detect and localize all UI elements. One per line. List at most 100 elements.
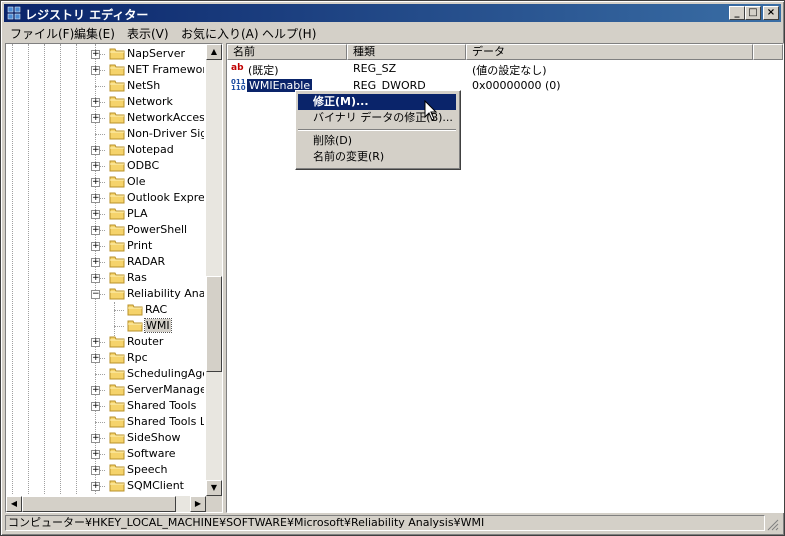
resize-grip-icon[interactable] (767, 519, 779, 531)
tree-item[interactable]: + Print (6, 238, 204, 254)
tree-item[interactable]: Shared Tools Location (6, 414, 204, 430)
expand-toggle-icon[interactable]: + (91, 450, 100, 459)
tree-item[interactable]: + NetworkAccessProtection (6, 110, 204, 126)
expand-toggle-icon[interactable]: + (91, 274, 100, 283)
expand-toggle-icon[interactable]: + (91, 162, 100, 171)
tree-item[interactable]: Non-Driver Signing (6, 126, 204, 142)
title-bar[interactable]: レジストリ エディター _ □ × (4, 4, 781, 22)
tree-item[interactable]: + Speech (6, 462, 204, 478)
tree-item-label: RADAR (127, 255, 166, 268)
column-header-name[interactable]: 名前 (227, 44, 347, 60)
expand-toggle-icon[interactable]: + (91, 114, 100, 123)
expand-toggle-icon[interactable]: + (91, 338, 100, 347)
tree-item[interactable]: RAC (6, 302, 204, 318)
tree-item[interactable]: − Reliability Analysis (6, 286, 204, 302)
key-tree-pane[interactable]: + NapServer + NET Framework NetSh + Network + Ne… (5, 43, 223, 513)
expand-toggle-icon[interactable]: + (91, 50, 100, 59)
tree-item[interactable]: + Software (6, 446, 204, 462)
tree-item-label: Outlook Express (127, 191, 204, 204)
folder-icon (109, 111, 125, 124)
tree-vscroll-thumb[interactable] (206, 276, 222, 372)
expand-toggle-icon[interactable]: + (91, 210, 100, 219)
list-item[interactable]: ab (既定) REG_SZ (値の設定なし) (227, 61, 783, 78)
tree-item[interactable]: + ODBC (6, 158, 204, 174)
tree-item-label: ODBC (127, 159, 160, 172)
menu-edit[interactable]: 編集(E) (74, 25, 115, 42)
column-header-type[interactable]: 種類 (347, 44, 466, 60)
tree-item[interactable]: + Router (6, 334, 204, 350)
expand-toggle-icon[interactable]: + (91, 434, 100, 443)
tree-item[interactable]: WMI (6, 318, 204, 334)
expand-toggle-icon[interactable]: + (91, 386, 100, 395)
tree-hscroll-thumb[interactable] (22, 496, 176, 512)
tree-vertical-scrollbar[interactable]: ▲ ▼ (206, 44, 222, 496)
tree-item[interactable]: + Outlook Express (6, 190, 204, 206)
tree-item[interactable]: NetSh (6, 78, 204, 94)
folder-icon (109, 255, 125, 268)
scroll-right-arrow-icon[interactable]: ▶ (190, 496, 206, 512)
key-tree: + NapServer + NET Framework NetSh + Network + Ne… (6, 44, 204, 494)
tree-item[interactable]: + NET Framework (6, 62, 204, 78)
tree-item[interactable]: + NapServer (6, 46, 204, 62)
maximize-button[interactable]: □ (745, 6, 761, 20)
tree-item-label: NET Framework (127, 63, 204, 76)
expand-toggle-icon[interactable]: + (91, 482, 100, 491)
scroll-down-arrow-icon[interactable]: ▼ (206, 480, 222, 496)
menu-view[interactable]: 表示(V) (127, 25, 169, 42)
tree-item-label: SideShow (127, 431, 181, 444)
folder-icon (109, 463, 125, 476)
regedit-app-icon (7, 6, 21, 20)
tree-item-label: PowerShell (127, 223, 188, 236)
expand-toggle-icon[interactable]: + (91, 242, 100, 251)
expand-toggle-icon[interactable]: + (91, 194, 100, 203)
folder-icon (109, 351, 125, 364)
tree-item[interactable]: SchedulingAgent (6, 366, 204, 382)
expand-toggle-icon[interactable]: + (91, 226, 100, 235)
column-header-data[interactable]: データ (466, 44, 753, 60)
expand-toggle-icon[interactable]: + (91, 402, 100, 411)
tree-item-label: Ras (127, 271, 147, 284)
value-data: 0x00000000 (0) (472, 79, 561, 92)
tree-item-label: Router (127, 335, 164, 348)
folder-icon (109, 79, 125, 92)
menu-file[interactable]: ファイル(F) (10, 25, 74, 42)
context-menu-delete[interactable]: 削除(D) (298, 133, 456, 149)
tree-item[interactable]: + Shared Tools (6, 398, 204, 414)
expand-toggle-icon[interactable]: + (91, 146, 100, 155)
folder-icon (109, 95, 125, 108)
tree-item[interactable]: + SideShow (6, 430, 204, 446)
scroll-left-arrow-icon[interactable]: ◀ (6, 496, 22, 512)
tree-item[interactable]: + PLA (6, 206, 204, 222)
string-value-icon: ab (231, 63, 244, 73)
menu-help[interactable]: ヘルプ(H) (262, 25, 316, 42)
tree-item[interactable]: + Network (6, 94, 204, 110)
expand-toggle-icon[interactable]: + (91, 178, 100, 187)
expand-toggle-icon[interactable]: + (91, 258, 100, 267)
tree-item[interactable]: + Notepad (6, 142, 204, 158)
tree-item-label: Rpc (127, 351, 148, 364)
tree-item[interactable]: + Ole (6, 174, 204, 190)
tree-item-label: SQMClient (127, 479, 184, 492)
tree-item[interactable]: + PowerShell (6, 222, 204, 238)
tree-horizontal-scrollbar[interactable]: ◀ ▶ (6, 496, 206, 512)
scroll-up-arrow-icon[interactable]: ▲ (206, 44, 222, 60)
context-menu-rename[interactable]: 名前の変更(R) (298, 149, 456, 165)
tree-item[interactable]: + Rpc (6, 350, 204, 366)
tree-item[interactable]: + ServerManager (6, 382, 204, 398)
collapse-toggle-icon[interactable]: − (91, 290, 100, 299)
expand-toggle-icon[interactable]: + (91, 98, 100, 107)
minimize-button[interactable]: _ (729, 6, 745, 20)
folder-icon (109, 159, 125, 172)
menu-favorites[interactable]: お気に入り(A) (181, 25, 259, 42)
expand-toggle-icon[interactable]: + (91, 466, 100, 475)
context-menu-separator (298, 129, 456, 131)
expand-toggle-icon[interactable]: + (91, 66, 100, 75)
folder-icon (109, 239, 125, 252)
tree-item[interactable]: + SQMClient (6, 478, 204, 494)
tree-item[interactable]: + RADAR (6, 254, 204, 270)
expand-toggle-icon[interactable]: + (91, 354, 100, 363)
close-button[interactable]: × (763, 6, 779, 20)
tree-item-label: Shared Tools Location (127, 415, 204, 428)
binary-value-icon: 011 110 (231, 78, 246, 92)
tree-item[interactable]: + Ras (6, 270, 204, 286)
